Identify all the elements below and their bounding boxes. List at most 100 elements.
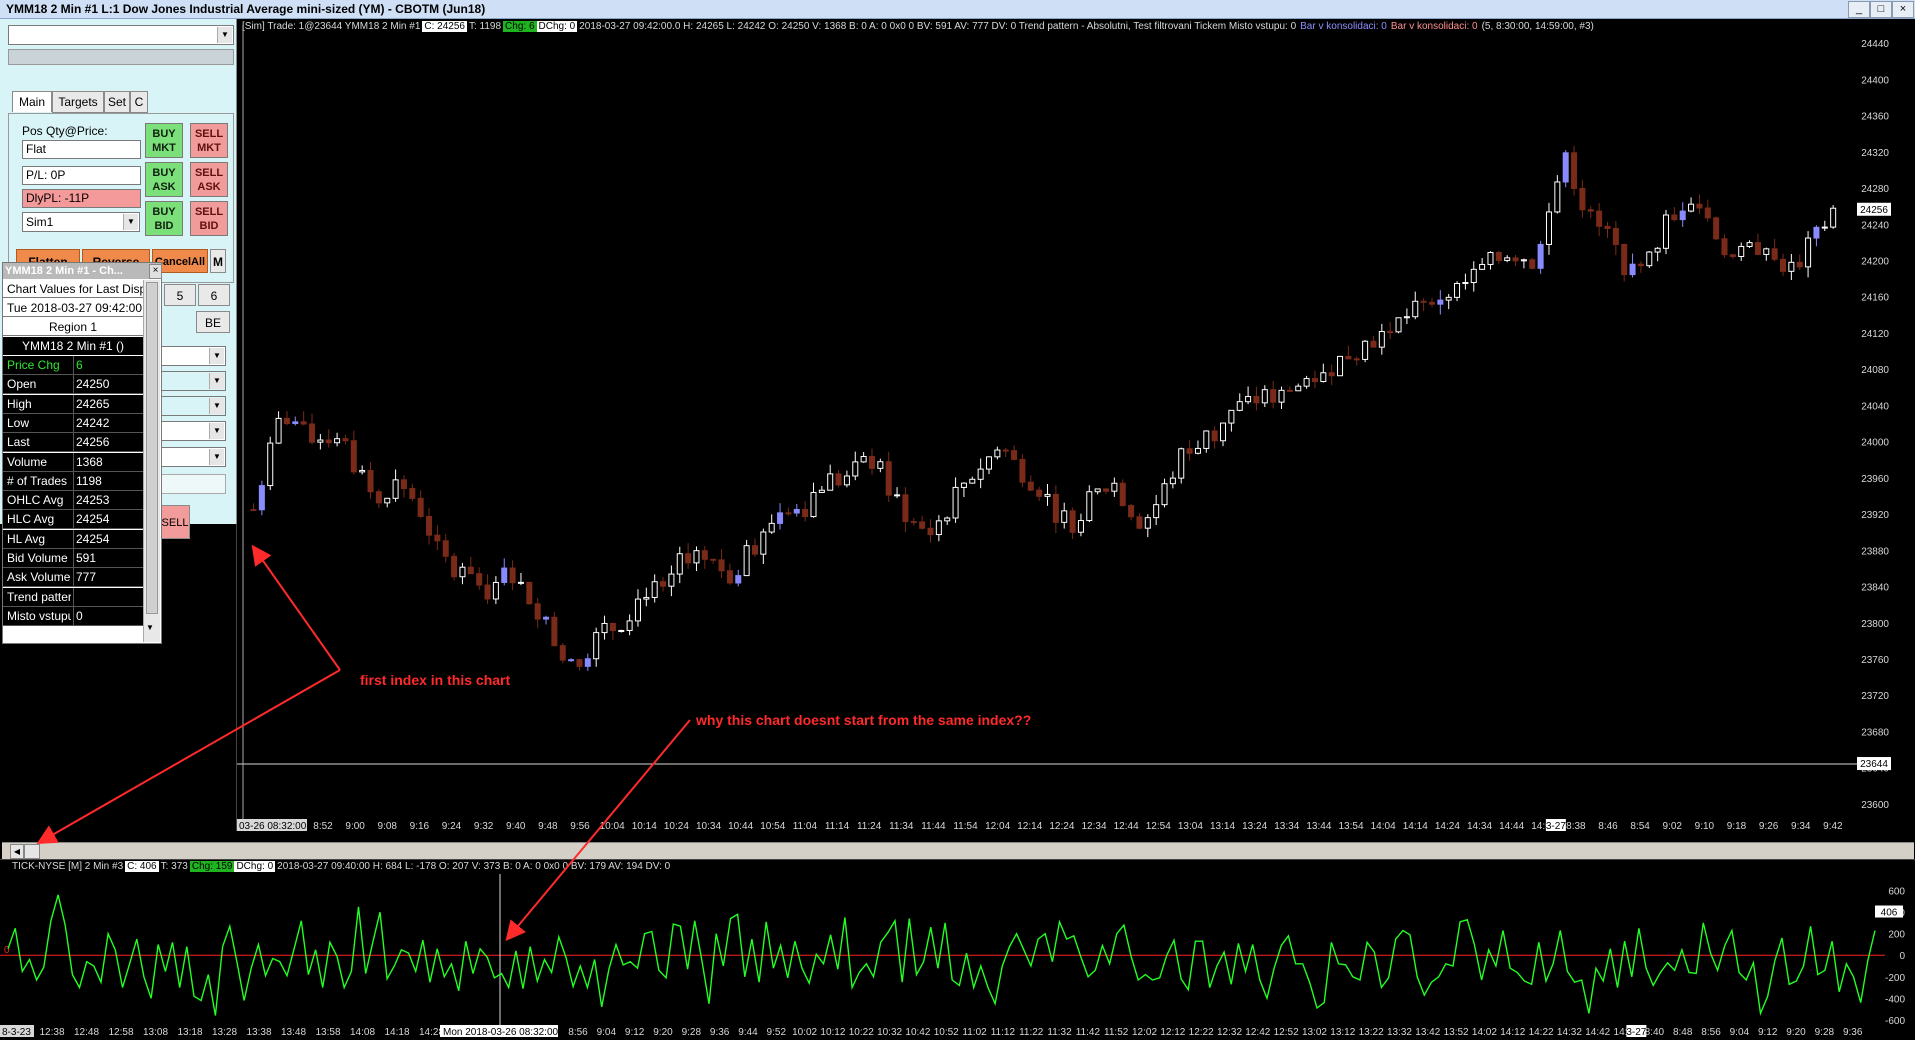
scrollbar-thumb[interactable] [24,844,40,859]
candle-body [777,512,784,524]
time-axis-label: 14:14 [1403,821,1428,831]
price-axis-label: 24320 [1861,148,1889,159]
buy-mkt-button[interactable]: BUY MKT [145,123,183,158]
maximize-button[interactable]: □ [1870,1,1892,18]
data-row-key: Ask Volume [7,570,71,585]
target-dropdown[interactable]: ▼ [160,396,226,416]
data-window-scrollbar[interactable]: ▼ [143,280,160,642]
candle-body [492,581,499,600]
candle-body [1637,263,1644,267]
candle-body [1713,217,1720,240]
scrollbar-thumb[interactable] [146,282,158,614]
time-axis-label: 8:52 [313,821,333,831]
time-axis-label: 11:04 [793,821,818,831]
minimize-button[interactable]: _ [1848,1,1870,18]
time-axis-label: 9:00 [345,821,365,831]
tick-line-canvas[interactable]: 6004002000-200-400-60004068-3-2312:3812:… [0,860,1915,1038]
qty-5-button[interactable]: 5 [164,284,196,306]
data-row: # of Trades 1198 [3,471,143,491]
window-titlebar[interactable]: YMM18 2 Min #1 L:1 Dow Jones Industrial … [0,0,1915,19]
candle-body [1278,389,1285,403]
sell-bid-button[interactable]: SELL BID [190,201,228,236]
tick-indicator-chart[interactable]: 6004002000-200-400-60004068-3-2312:3812:… [0,859,1915,1038]
main-price-chart[interactable]: 24440 24400 24360 24320 24280 24240 24200 24160… [236,19,1897,832]
candle-body [1704,207,1711,219]
sell-ask-button[interactable]: SELL ASK [190,162,228,197]
candle-body [1428,301,1435,305]
order-type-dropdown[interactable]: ▼ [160,346,226,366]
time-axis-label: 13:54 [1338,821,1363,831]
symbol-dropdown[interactable]: ▼ [8,25,234,45]
tab-targets[interactable]: Targets [52,91,104,113]
candle-body [451,555,458,578]
tab-main[interactable]: Main [12,91,52,112]
candle-body [258,485,265,511]
qty-6-button[interactable]: 6 [198,284,230,306]
chevron-down-icon: ▼ [209,423,224,439]
candle-body [634,598,641,622]
chart-header-segment: Bar v konsolidaci: 0 [1300,21,1387,32]
candle-body [609,622,616,632]
chart-header-line: [Sim] Trade: 1@23644 YMM18 2 Min #1 C: 24… [240,21,1596,32]
candle-body [1144,517,1151,529]
data-window-header: Chart Values for Last Disp [3,280,143,298]
price-field[interactable] [160,474,226,494]
scroll-down-icon[interactable]: ▼ [146,623,154,632]
breakeven-button[interactable]: BE [196,311,230,333]
data-row: Open 24250 [3,375,143,395]
candle-body [1194,447,1201,454]
account-dropdown[interactable]: Sim1 ▼ [22,212,140,232]
candle-body [1036,489,1043,497]
time-axis-label: 11:14 [825,821,850,831]
candle-body [1520,259,1527,262]
sell-order-button[interactable]: SELL [160,505,190,539]
candle-body [710,558,717,561]
tif-dropdown[interactable]: ▼ [160,371,226,391]
candle-body [1437,299,1444,305]
candle-body [969,478,976,484]
candle-body [1596,210,1603,227]
data-row-value: 24254 [73,529,109,549]
candle-body [860,456,867,463]
price-axis-label: 24080 [1861,365,1889,376]
tab-set[interactable]: Set [104,91,130,113]
candlestick-chart-canvas[interactable]: 24440 24400 24360 24320 24280 24240 24200 24160… [237,19,1897,832]
first-time-label: 03-26 08:32:00 [239,821,307,831]
candle-body [292,421,299,425]
candle-body [1061,510,1068,523]
time-axis-label: 8:38 [1566,821,1586,831]
candle-body [417,497,424,517]
candle-body [643,596,650,600]
candle-body [1562,152,1569,183]
time-axis-label: 9:32 [474,821,494,831]
data-window-title[interactable]: YMM18 2 Min #1 - Ch... [3,263,161,279]
candle-body [1303,378,1310,387]
data-row-key: Volume [7,454,48,469]
candle-body [559,645,566,661]
tab-c[interactable]: C [130,91,148,113]
candle-body [359,469,366,473]
chevron-down-icon: ▼ [209,449,224,465]
candle-body [1512,257,1519,262]
candle-body [852,461,859,477]
buy-bid-button[interactable]: BUY BID [145,201,183,236]
chart-values-window[interactable]: YMM18 2 Min #1 - Ch... × Chart Values fo… [2,262,162,644]
price-axis-label: 24440 [1861,39,1889,50]
chart-horizontal-scrollbar[interactable]: ◀ [2,842,1914,859]
scroll-left-icon[interactable]: ◀ [10,844,24,859]
close-icon[interactable]: × [149,264,162,279]
data-row: OHLC Avg 24253 [3,491,143,511]
candle-body [1738,245,1745,257]
qty-dropdown[interactable]: ▼ [160,447,226,467]
m-button[interactable]: M [210,249,226,273]
data-row: HLC Avg 24254 [3,510,143,530]
candle-body [1830,207,1837,228]
tick-header-segment: DChg: 0 [234,861,276,872]
close-button[interactable]: × [1892,1,1914,18]
chart-header-segment: (5, 8:30:00, 14:59:00, #3) [1481,21,1594,32]
buy-ask-button[interactable]: BUY ASK [145,162,183,197]
candle-body [927,527,934,536]
sell-mkt-button[interactable]: SELL MKT [190,123,228,158]
candle-body [1086,491,1093,522]
stop-dropdown[interactable]: ▼ [160,421,226,441]
